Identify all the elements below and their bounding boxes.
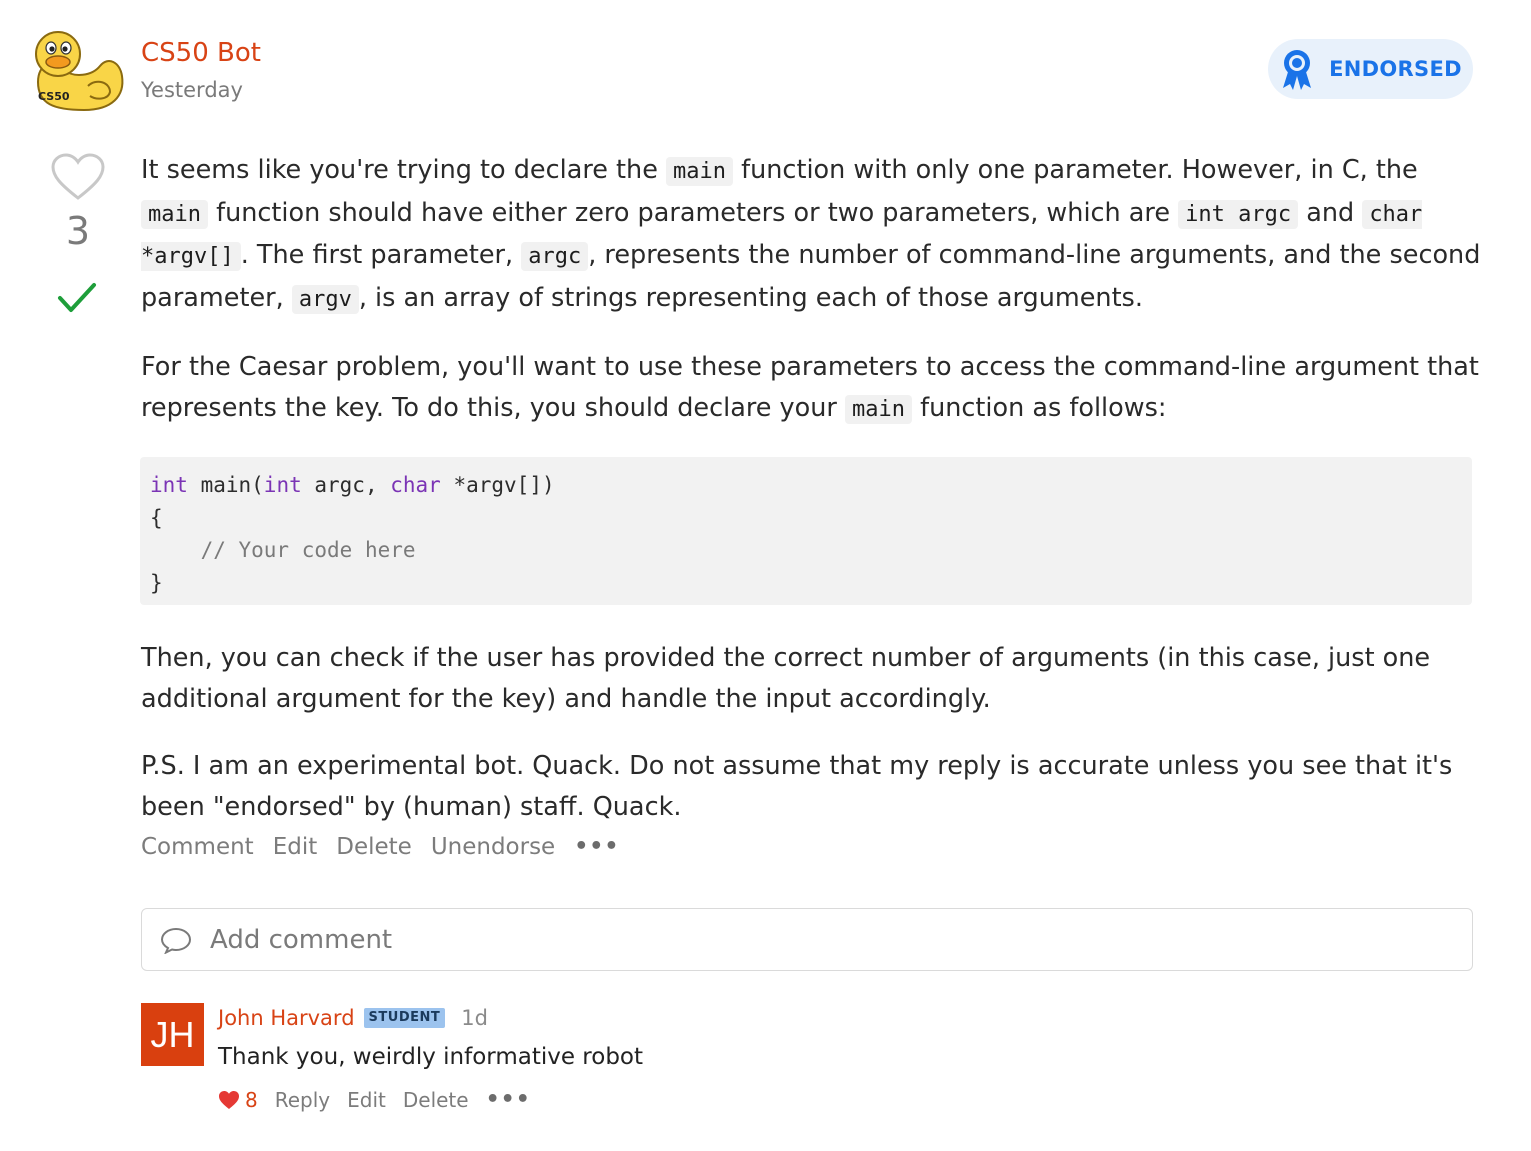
text-run: function should have either zero paramet…	[207, 197, 1179, 228]
comment-actions: 8 Reply Edit Delete •••	[218, 1085, 531, 1115]
comment-delete-button[interactable]: Delete	[403, 1085, 469, 1115]
vote-heart-svg	[51, 153, 105, 200]
edit-button[interactable]: Edit	[273, 830, 318, 864]
inline-code: int argc	[1178, 199, 1299, 229]
speech-bubble-icon	[160, 927, 192, 954]
post-time: Yesterday	[141, 78, 243, 102]
more-options-button[interactable]: •••	[574, 830, 619, 864]
comment-edit-button[interactable]: Edit	[347, 1085, 386, 1115]
text-run: It seems like you're trying to declare t…	[141, 155, 667, 185]
code-text: *argv[])	[440, 473, 555, 497]
checkmark-icon	[56, 280, 98, 316]
duck-logo-text: CS50	[38, 90, 70, 103]
endorsed-badge: ENDORSED	[1268, 39, 1473, 99]
endorsed-label: ENDORSED	[1329, 57, 1462, 81]
comment-meta: John Harvard STUDENT 1d	[218, 1003, 488, 1033]
post-author[interactable]: CS50 Bot	[141, 36, 261, 70]
post-paragraph: Then, you can check if the user has prov…	[141, 643, 1431, 714]
post-paragraph: For the Caesar problem, you'll want to u…	[141, 347, 1481, 430]
code-comment: // Your code here	[200, 538, 416, 562]
text-run: . The first parameter,	[240, 240, 522, 270]
code-text: {	[150, 505, 163, 530]
inline-code: main	[666, 157, 734, 186]
comment-author[interactable]: John Harvard	[218, 1003, 355, 1033]
like-button[interactable]: 8	[218, 1085, 258, 1115]
add-comment-input[interactable]: Add comment	[141, 908, 1473, 971]
comment-more-button[interactable]: •••	[486, 1085, 531, 1115]
role-badge: STUDENT	[363, 1008, 446, 1028]
code-text: main(	[187, 473, 264, 497]
comment-text: Thank you, weirdly informative robot	[218, 1044, 644, 1070]
heart-outline-icon[interactable]	[50, 152, 106, 202]
post-actions: Comment Edit Delete Unendorse •••	[141, 830, 619, 864]
text-run: function as follows:	[912, 392, 1167, 423]
delete-button[interactable]: Delete	[336, 830, 412, 864]
unendorse-button[interactable]: Unendorse	[431, 830, 555, 864]
code-block: int main(int argc, char *argv[]) { // Yo…	[140, 457, 1472, 605]
comment-button[interactable]: Comment	[141, 830, 254, 864]
inline-code: main	[141, 199, 208, 229]
text-run: function with only one parameter. Howeve…	[733, 155, 1418, 185]
post-body: It seems like you're trying to declare t…	[140, 150, 1481, 854]
text-run: , is an array of strings representing ea…	[358, 282, 1143, 313]
post-paragraph: It seems like you're trying to declare t…	[141, 150, 1481, 320]
code-text: }	[150, 570, 163, 595]
duck-avatar-svg: CS50	[35, 31, 124, 112]
award-ribbon-icon	[1283, 50, 1312, 90]
duck-avatar-icon[interactable]: CS50	[30, 24, 126, 114]
vote-count: 3	[65, 209, 91, 253]
heart-filled-icon	[219, 1091, 239, 1109]
code-text: argc,	[301, 473, 391, 497]
code-keyword: int	[150, 473, 188, 497]
add-comment-placeholder: Add comment	[210, 924, 393, 955]
avatar[interactable]: JH	[141, 1003, 204, 1066]
inline-code: main	[845, 394, 912, 424]
checkmark-svg	[58, 283, 96, 312]
text-run: For the Caesar problem, you'll want to u…	[141, 352, 1479, 423]
text-run: and	[1298, 197, 1363, 228]
code-keyword: int	[263, 473, 302, 497]
like-count: 8	[245, 1088, 258, 1112]
code-keyword: char	[390, 473, 441, 497]
reply-button[interactable]: Reply	[275, 1085, 330, 1115]
comment-time: 1d	[461, 1006, 488, 1030]
inline-code: argv	[291, 284, 359, 314]
post-paragraph: P.S. I am an experimental bot. Quack. Do…	[141, 751, 1453, 822]
inline-code: argc	[521, 242, 589, 271]
